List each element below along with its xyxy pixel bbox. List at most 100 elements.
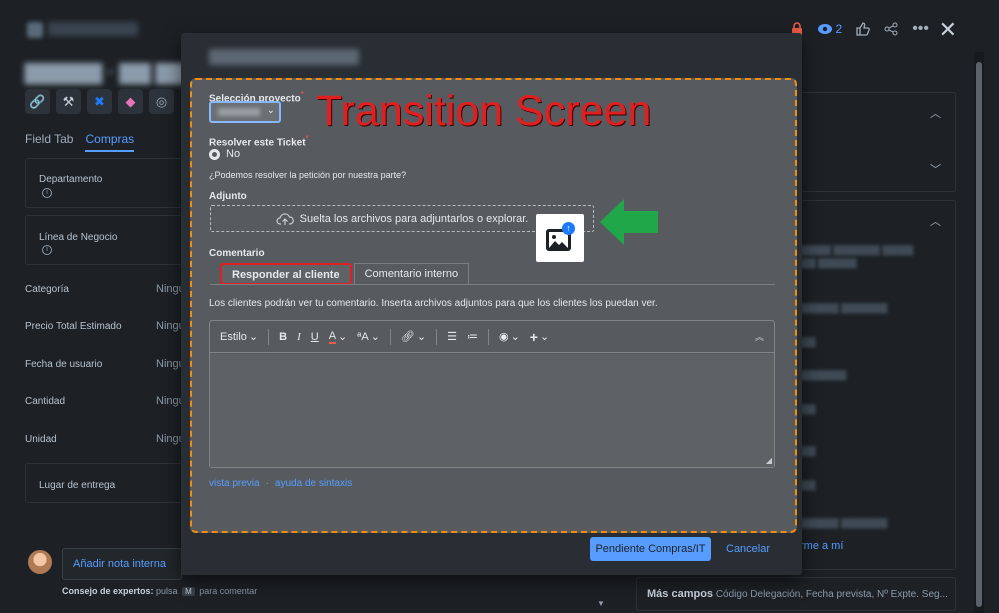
upload-arrow-icon: ↑ — [562, 222, 575, 235]
tab-reply-to-customer[interactable]: Responder al cliente — [220, 263, 352, 285]
text-color-icon: A — [328, 329, 337, 344]
comment-textarea[interactable]: ◢ — [210, 354, 774, 467]
assign-to-me-link[interactable]: rme a mí — [800, 540, 843, 552]
comment-tabs: Responder al cliente Comentario interno — [220, 263, 470, 285]
link-icon[interactable]: 🔗 — [25, 89, 50, 114]
collapse-toolbar-icon[interactable]: ︽ — [755, 330, 764, 343]
modal-title-blurred — [209, 49, 359, 65]
blurred-detail: ▇▇ — [800, 404, 816, 415]
resolve-label-text: Resolver este Ticket — [209, 137, 306, 149]
blurred-detail: ▇▇ — [800, 337, 816, 348]
tab-internal-comment[interactable]: Comentario interno — [353, 263, 470, 285]
field-linea-negocio[interactable]: Línea de Negocio i — [25, 215, 195, 265]
radio-selected-icon[interactable] — [209, 148, 220, 160]
blurred-detail: ▇▇ — [800, 480, 816, 491]
more-fields-panel[interactable]: Más campos Código Delegación, Fecha prev… — [636, 577, 956, 611]
expert-tip-prefix: Consejo de expertos: — [62, 586, 154, 596]
blurred-detail: ▇▇ — [800, 446, 816, 457]
customer-visibility-note: Los clientes podrán ver tu comentario. I… — [209, 298, 658, 309]
comment-editor: Estilo ⌄ B I U A ⌄ ªA ⌄ 🔗︎ ⌄ ☰ ≔ ◉ ⌄ + ⌄ ︽ ◢ — [209, 320, 775, 468]
editor-toolbar: Estilo ⌄ B I U A ⌄ ªA ⌄ 🔗︎ ⌄ ☰ ≔ ◉ ⌄ + ⌄ ︽ — [210, 321, 774, 353]
style-dropdown[interactable]: Estilo ⌄ — [220, 330, 259, 344]
required-mark: * — [305, 133, 309, 143]
resize-handle-icon[interactable]: ◢ — [766, 456, 772, 465]
app-icon[interactable]: ◆ — [118, 89, 143, 114]
more-actions-icon[interactable]: ••• — [912, 20, 929, 38]
more-fields-label: Más campos — [647, 588, 714, 600]
watch-button[interactable]: 2 — [817, 22, 843, 36]
chevron-down-icon: ⌄ — [338, 331, 348, 343]
bullet-list-icon[interactable]: ☰ — [447, 330, 457, 343]
submit-transition-button[interactable]: Pendiente Compras/IT — [590, 537, 711, 561]
right-scrollbar[interactable] — [974, 52, 984, 613]
tab-field-tab[interactable]: Field Tab — [25, 132, 73, 152]
eye-icon — [817, 24, 832, 34]
avatar — [28, 550, 52, 574]
dropzone-text: Suelta los archivos para adjuntarlos o e… — [299, 212, 529, 225]
field-label: Línea de Negocio — [39, 232, 118, 243]
chevron-down-icon: ⌄ — [248, 331, 259, 343]
thumbs-up-icon[interactable] — [856, 22, 871, 36]
chevron-down-icon[interactable]: ﹀ — [930, 161, 941, 177]
breadcrumb-blurred — [48, 22, 138, 36]
chevron-up-icon[interactable]: ︿ — [930, 105, 941, 121]
style-label: Estilo — [220, 330, 247, 343]
link-button[interactable]: 🔗︎ ⌄ — [401, 330, 426, 343]
chevron-down-icon: ⌄ — [510, 331, 520, 343]
issue-apps: 🔗 ⚒ ✖ ◆ ◎ — [25, 89, 174, 114]
jira-icon[interactable]: ✖ — [87, 89, 112, 114]
toolbar-divider — [389, 328, 391, 345]
tools-icon[interactable]: ⚒ — [56, 89, 81, 114]
resolve-option-no[interactable]: No — [209, 148, 240, 160]
link-separator: · — [265, 478, 269, 489]
preview-link[interactable]: vista previa — [209, 478, 260, 489]
field-fecha: Fecha de usuario — [25, 359, 103, 370]
cancel-button[interactable]: Cancelar — [726, 537, 770, 561]
insert-button[interactable]: + ⌄ — [530, 329, 549, 345]
check-circle-icon[interactable]: ◎ — [149, 89, 174, 114]
chevron-down-icon: ⌄ — [416, 331, 427, 343]
transition-screen-annotation: Transition Screen — [316, 87, 652, 135]
close-icon[interactable]: ✕ — [939, 17, 957, 43]
project-select[interactable]: ⌄ — [209, 101, 281, 123]
issue-actions: 2 ••• — [791, 20, 929, 38]
expert-tip-mid: pulsa — [156, 586, 178, 596]
tab-underline — [210, 284, 775, 285]
chevron-up-icon[interactable]: ︿ — [930, 213, 941, 229]
underline-button[interactable]: U — [311, 331, 319, 343]
info-icon: i — [42, 245, 52, 255]
plus-icon: + — [529, 328, 538, 345]
blurred-detail: ▇▇▇▇▇ ▇▇▇▇▇▇ — [800, 518, 888, 529]
issue-tabs: Field Tab Compras — [25, 132, 135, 152]
blurred-detail: ▇▇▇▇ ▇▇▇▇▇▇ ▇▇▇▇ — [800, 245, 914, 256]
share-icon[interactable] — [884, 22, 898, 36]
more-formatting-button[interactable]: ªA ⌄ — [357, 330, 380, 344]
mention-icon: ◉ — [498, 331, 509, 343]
toolbar-divider — [487, 328, 489, 345]
link-icon: 🔗︎ — [400, 331, 415, 343]
toolbar-divider — [436, 328, 438, 345]
internal-note-input[interactable]: Añadir nota interna — [62, 548, 182, 580]
required-mark: * — [300, 89, 304, 99]
field-cantidad: Cantidad — [25, 396, 66, 407]
chevron-down-icon: ⌄ — [370, 331, 380, 343]
scrollbar-thumb[interactable] — [976, 62, 982, 607]
field-label: Departamento — [39, 174, 103, 185]
italic-button[interactable]: I — [297, 331, 301, 343]
info-icon: i — [42, 188, 52, 198]
blurred-detail: ▇▇▇▇▇ ▇▇▇▇▇▇ — [800, 303, 888, 314]
field-categoria: Categoría — [25, 284, 69, 295]
numbered-list-icon[interactable]: ≔ — [467, 330, 478, 343]
field-lugar-entrega[interactable]: Lugar de entrega — [25, 463, 195, 503]
syntax-help-link[interactable]: ayuda de sintaxis — [275, 478, 352, 489]
watch-count: 2 — [835, 22, 843, 36]
toolbar-divider — [268, 328, 270, 345]
chevron-down-icon: ⌄ — [539, 331, 550, 343]
tab-compras[interactable]: Compras — [85, 132, 135, 152]
bold-button[interactable]: B — [279, 331, 287, 343]
text-color-button[interactable]: A ⌄ — [328, 329, 348, 344]
field-departamento[interactable]: Departamento i — [25, 158, 195, 208]
selected-value-blurred — [218, 108, 260, 116]
mention-button[interactable]: ◉ ⌄ — [499, 330, 520, 343]
field-unidad: Unidad — [25, 434, 57, 445]
